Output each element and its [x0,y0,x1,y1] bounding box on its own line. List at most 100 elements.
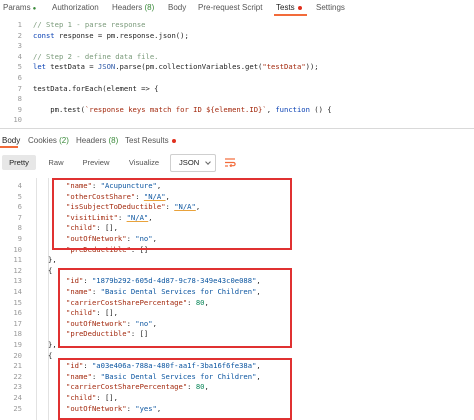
line-number: 10 [13,244,22,254]
line-number: 24 [13,393,22,402]
line-number: 9 [17,104,22,114]
tab-headers-count: (8) [144,3,155,12]
response-tab-headers-label: Headers [76,136,107,145]
code-token: "testData" [262,62,306,72]
response-tab-cookies-count: (2) [59,136,69,145]
response-tab-cookies[interactable]: Cookies (2) [28,136,69,145]
code-token: const [33,30,55,40]
line-number: 23 [13,382,22,392]
line-number: 2 [17,30,22,40]
line-number: 6 [17,73,22,82]
code-line: let testData = JSON.parse(pm.collectionV… [33,62,319,71]
code-token: .parse(pm.collectionVariables.get( [115,62,263,72]
line-number: 25 [13,403,22,413]
panel-divider[interactable] [0,128,474,129]
line-number: 11 [13,255,22,265]
response-tab-headers[interactable]: Headers (8) [76,136,118,145]
indent-guide [48,178,49,420]
tab-headers[interactable]: Headers (8) [112,3,154,12]
code-token: pm.test( [33,104,85,114]
format-select-value: JSON [179,158,200,167]
tab-params[interactable]: Params ● [3,3,36,12]
code-token: () { [309,104,332,114]
tab-headers-label: Headers [112,3,143,12]
line-number: 16 [13,308,22,318]
tests-script-editor[interactable]: 1 // Step 1 - parse response 2 const respon… [0,20,474,128]
line-number: 3 [17,41,22,51]
tab-settings[interactable]: Settings [316,3,345,12]
line-number: 1 [17,20,22,29]
line-number: 13 [13,276,22,286]
code-line: // Step 2 - define data file. [33,52,159,61]
line-number: 10 [13,115,22,125]
code-token: )); [305,62,319,72]
code-token: testData = [45,62,98,72]
line-number: 12 [13,265,22,275]
request-tabs: Params ● Authorization Headers (8) Body P… [0,0,474,16]
code-token: { [48,350,53,360]
line-number: 17 [13,318,22,328]
response-active-tab-indicator [0,146,18,148]
line-number: 7 [17,212,22,222]
response-tab-headers-count: (8) [108,136,119,145]
chevron-down-icon [205,159,211,165]
line-number: 18 [13,329,22,339]
code-line: }, [48,255,57,264]
response-tab-body[interactable]: Body [2,136,20,145]
code-token: function [275,104,310,114]
line-number: 22 [13,371,22,381]
code-line: pm.test(`response keys match for ID ${el… [33,104,332,114]
line-number: 21 [13,361,22,371]
tab-params-label: Params [3,3,31,12]
active-tab-indicator [274,14,307,16]
tab-tests-label: Tests [276,3,295,12]
line-number: 15 [13,297,22,307]
code-line: { [48,266,52,275]
line-number: 14 [13,287,22,296]
code-line: // Step 1 - parse response [33,20,146,29]
response-body-viewer[interactable]: 4 "name": "Acupuncture", 5 "otherCostShare"… [0,178,474,420]
code-line: { [48,351,52,360]
response-tab-cookies-label: Cookies [28,136,57,145]
line-number: 5 [17,62,22,72]
code-token: testData.forEach(element => { [33,83,159,93]
wrap-lines-button[interactable] [221,154,239,170]
line-number: 6 [17,202,22,212]
tab-prerequest-script[interactable]: Pre-request Script [198,3,262,12]
wrap-lines-icon [225,158,236,167]
code-token: // Step 2 - define data file. [33,51,159,61]
indent-guide [36,178,37,420]
format-select[interactable]: JSON [170,154,216,172]
tests-status-dot [297,5,302,10]
line-number: 7 [17,83,22,93]
tab-tests[interactable]: Tests [276,3,302,12]
line-number: 4 [17,181,22,190]
code-token: response = pm.response.json(); [54,30,189,40]
raw-button[interactable]: Raw [44,155,68,170]
code-token: }, [48,255,57,265]
response-tab-test-results[interactable]: Test Results [125,136,176,145]
highlight-box [58,268,292,348]
pretty-button[interactable]: Pretty [2,155,36,170]
highlight-box [52,178,292,250]
line-number: 20 [13,350,22,360]
tab-authorization[interactable]: Authorization [52,3,99,12]
tab-body[interactable]: Body [168,3,186,12]
code-token: `response keys match for ID ${element.ID… [84,104,267,114]
visualize-button[interactable]: Visualize [124,155,164,170]
code-token: // Step 1 - parse response [33,20,146,29]
line-number: 5 [17,191,22,201]
preview-button[interactable]: Preview [78,155,114,170]
highlight-box [58,358,292,420]
test-results-status-dot [171,138,176,143]
line-number: 9 [17,234,22,243]
code-token: JSON [97,62,116,72]
line-number: 8 [17,94,22,104]
code-token: { [48,265,53,275]
code-line: }, [48,340,57,349]
code-line: testData.forEach(element => { [33,84,159,93]
line-number: 19 [13,340,22,349]
code-token: let [33,62,46,72]
line-number: 4 [17,51,22,61]
params-dot: ● [32,6,37,12]
